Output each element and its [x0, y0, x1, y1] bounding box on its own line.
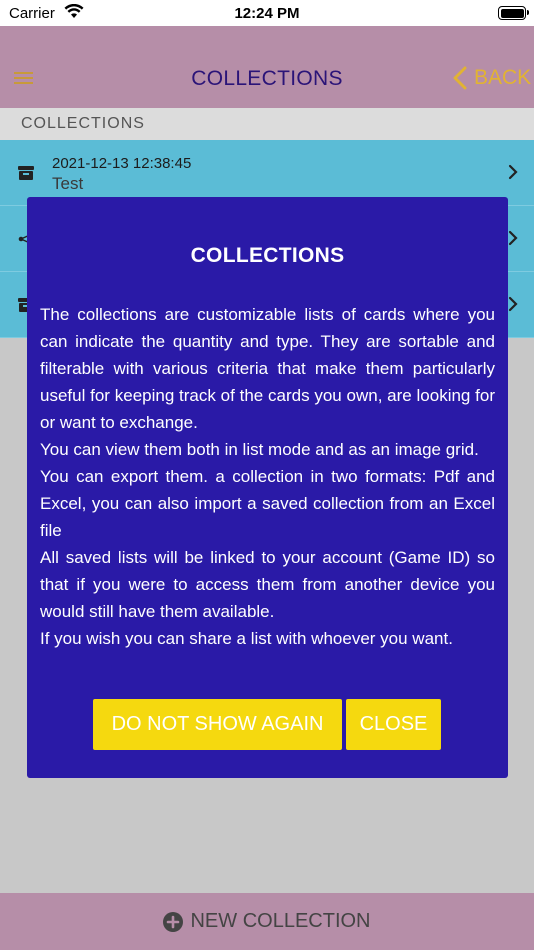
battery-icon: [498, 6, 529, 20]
info-dialog: COLLECTIONS The collections are customiz…: [27, 197, 508, 778]
navigation-bar: COLLECTIONS BACK: [0, 26, 534, 108]
dialog-body: The collections are customizable lists o…: [40, 301, 495, 652]
plus-circle-icon: [163, 911, 184, 932]
dialog-paragraph: If you wish you can share a list with wh…: [40, 629, 453, 648]
collection-date: 2021-12-13 12:38:45: [52, 155, 192, 172]
chevron-right-icon: [508, 230, 518, 246]
chevron-right-icon: [508, 164, 518, 180]
dialog-paragraph: The collections are customizable lists o…: [40, 305, 495, 432]
close-button[interactable]: CLOSE: [346, 699, 441, 750]
clock: 12:24 PM: [234, 5, 300, 22]
dialog-title: COLLECTIONS: [190, 244, 345, 267]
do-not-show-again-button[interactable]: DO NOT SHOW AGAIN: [93, 699, 342, 750]
section-header: COLLECTIONS: [0, 108, 534, 140]
archive-icon: [18, 166, 34, 180]
collection-name: Test: [52, 174, 84, 193]
new-collection-label: NEW COLLECTION: [190, 910, 371, 932]
dialog-paragraph: All saved lists will be linked to your a…: [40, 548, 495, 621]
new-collection-button[interactable]: NEW COLLECTION: [0, 893, 534, 950]
back-label: BACK: [474, 66, 532, 89]
chevron-right-icon: [508, 296, 518, 312]
dialog-paragraph: You can view them both in list mode and …: [40, 440, 479, 459]
chevron-left-icon: [453, 66, 467, 90]
back-button[interactable]: BACK: [452, 66, 531, 90]
dialog-paragraph: You can export them. a collection in two…: [40, 467, 495, 540]
status-bar: Carrier 12:24 PM: [0, 0, 534, 26]
